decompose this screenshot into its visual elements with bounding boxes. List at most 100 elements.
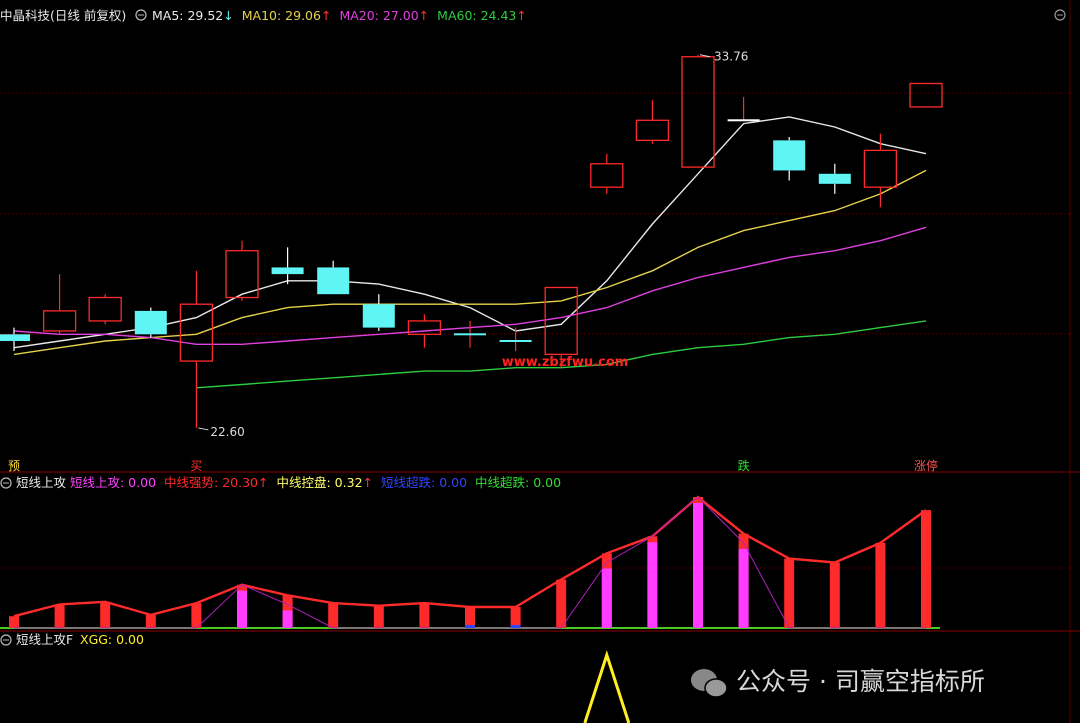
signal-label: 买 — [190, 459, 202, 473]
candle — [773, 137, 806, 181]
attack-bar — [647, 542, 658, 628]
candle — [317, 260, 350, 295]
price-panel-header: 中晶科技(日线 前复权) MA5: 29.52↓ MA10: 29.06↑ MA20… — [0, 8, 1066, 23]
candle-body — [863, 149, 898, 188]
candle — [863, 133, 898, 208]
candle — [590, 153, 624, 194]
legend-arrow: ↑ — [363, 475, 373, 490]
legend-entry: MA60: 24.43 — [437, 8, 516, 23]
xgg-signal — [583, 650, 631, 723]
legend-entry: 中线控盘: 0.32 — [277, 475, 363, 490]
indicator-legend: 短线上攻: 0.00 中线强势: 20.30↑ 中线控盘: 0.32↑ 短线超跌: 0… — [70, 475, 561, 490]
signal-panel-header: 短线上攻F XGG: 0.00 — [0, 632, 144, 647]
candle — [225, 240, 259, 301]
attack-bar — [282, 610, 293, 628]
candle-body — [727, 119, 760, 122]
signal-label: 涨停 — [914, 458, 938, 473]
candle — [271, 247, 304, 285]
wechat-watermark: 公众号 · 司赢空指标所 — [691, 667, 985, 698]
signal-label: 预 — [8, 459, 20, 473]
signal-label: 跌 — [738, 458, 750, 473]
candle — [635, 100, 670, 144]
candle — [454, 320, 486, 348]
oversold-mark — [465, 625, 475, 628]
settings-icon[interactable] — [0, 477, 12, 489]
candle-body — [454, 333, 486, 336]
candle — [499, 327, 532, 352]
candle — [818, 163, 851, 194]
settings-icon[interactable] — [135, 9, 147, 21]
candle-body — [909, 82, 943, 108]
strong-bar — [556, 579, 567, 628]
candle-body — [635, 119, 670, 142]
strong-bar — [829, 562, 840, 628]
high-price-label: 33.76 — [714, 50, 748, 64]
legend-entry: MA10: 29.06 — [242, 8, 321, 23]
strong-bar — [100, 601, 111, 628]
candle-body — [134, 310, 167, 335]
candle-body — [773, 140, 806, 171]
legend-arrow: ↑ — [419, 8, 429, 23]
legend-arrow: ↑ — [321, 8, 331, 23]
low-price-label: 22.60 — [210, 425, 244, 439]
legend-entry: 短线上攻: 0.00 — [70, 475, 156, 490]
close-panel-icon[interactable] — [1054, 9, 1066, 21]
strong-bar — [9, 616, 19, 628]
candle — [909, 82, 943, 108]
strong-bar — [145, 614, 156, 628]
settings-icon[interactable] — [0, 634, 12, 646]
strong-bar — [784, 558, 795, 628]
indicator-panel-header: 短线上攻 短线上攻: 0.00 中线强势: 20.30↑ 中线控盘: 0.32↑ 短线… — [0, 475, 561, 490]
candle-body — [499, 339, 532, 342]
legend-arrow: ↑ — [258, 475, 268, 490]
attack-bar — [601, 568, 612, 628]
candle-body — [681, 56, 715, 168]
candle-body — [317, 267, 350, 295]
price-signals: 预 买 跌 涨停 — [8, 458, 938, 473]
candle-body — [0, 334, 30, 341]
candle — [134, 307, 167, 338]
candlesticks — [0, 54, 943, 428]
xgg-spike — [583, 650, 631, 723]
strong-bar — [373, 605, 384, 628]
low-price-annotation: 22.60 — [198, 425, 245, 439]
strong-bar — [465, 607, 475, 628]
legend-entry: MA5: 29.52 — [152, 8, 223, 23]
wechat-icon — [691, 669, 728, 698]
strong-bar — [54, 604, 65, 628]
candle-body — [818, 173, 851, 184]
watermark-url: www.zbzfwu.com — [502, 355, 629, 370]
candle — [727, 96, 760, 122]
attack-bar — [738, 548, 749, 628]
ma-legend: MA5: 29.52↓ MA10: 29.06↑ MA20: 27.00↑ MA60:… — [152, 8, 527, 23]
oversold-mark — [510, 625, 521, 628]
attack-bar — [237, 590, 247, 628]
strong-bar — [510, 607, 521, 628]
legend-entry: 中线超跌: 0.00 — [475, 475, 561, 490]
stock-chart-canvas: 中晶科技(日线 前复权) MA5: 29.52↓ MA10: 29.06↑ MA20… — [0, 0, 1080, 723]
candle — [88, 294, 122, 325]
strong-bar — [419, 603, 430, 628]
candle-body — [88, 296, 122, 322]
indicator-bars — [0, 495, 940, 629]
signal-legend: XGG: 0.00 — [80, 632, 144, 647]
strong-bar — [328, 603, 339, 628]
strong-bar — [921, 510, 931, 628]
legend-entry: 短线超跌: 0.00 — [381, 475, 467, 490]
legend-entry: XGG: 0.00 — [80, 632, 144, 647]
candle-body — [362, 304, 395, 328]
candle — [681, 54, 715, 168]
signal-panel-name: 短线上攻F — [16, 632, 73, 647]
candle-body — [42, 310, 77, 332]
legend-arrow: ↑ — [516, 8, 526, 23]
candle-body — [590, 163, 624, 188]
candle-body — [179, 303, 214, 362]
candle — [42, 274, 77, 335]
candle — [179, 270, 214, 428]
legend-entry: MA20: 27.00 — [339, 8, 418, 23]
candle — [362, 294, 395, 331]
indicator-name: 短线上攻 — [16, 475, 67, 490]
footer-text: 公众号 · 司赢空指标所 — [736, 667, 985, 696]
legend-entry: 中线强势: 20.30 — [164, 475, 258, 490]
candle-body — [271, 267, 304, 275]
